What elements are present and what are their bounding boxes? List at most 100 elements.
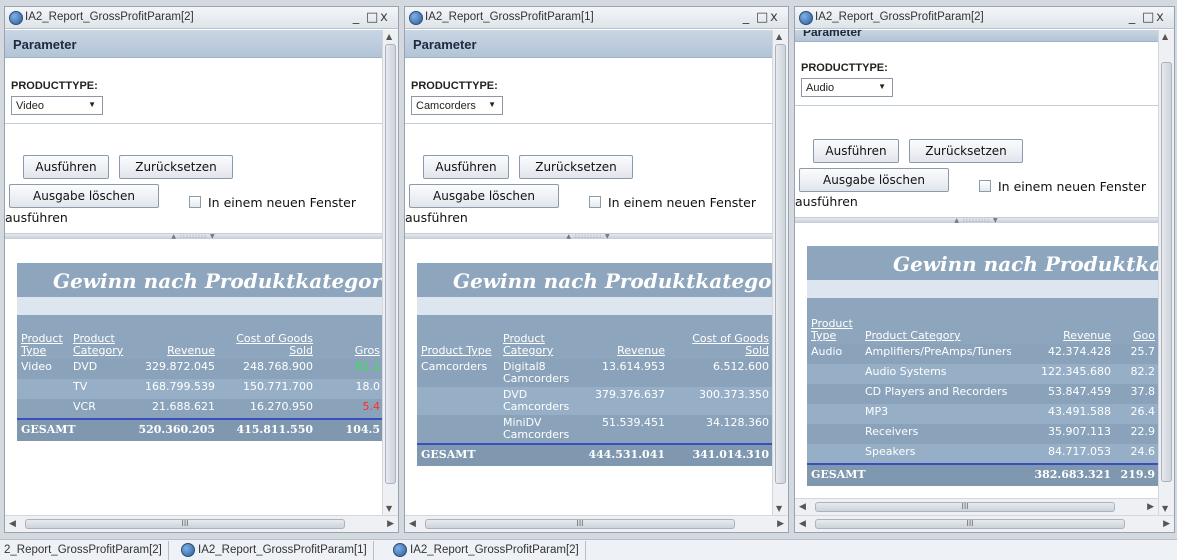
close-button[interactable]: x bbox=[380, 10, 394, 25]
horizontal-scrollbar[interactable]: ◀ III ▶ bbox=[795, 515, 1174, 532]
vertical-scrollbar[interactable]: ▲ ▼ bbox=[772, 30, 788, 515]
col-product-category[interactable]: Product Category bbox=[499, 315, 579, 359]
window-content: Parameter PRODUCTTYPE: Audio ▼ Ausführen … bbox=[795, 30, 1158, 515]
total-label: GESAMT bbox=[417, 443, 579, 466]
table-header-row: Product Type Product Category Revenue Co… bbox=[417, 315, 772, 359]
maximize-button[interactable]: □ bbox=[366, 10, 380, 25]
new-window-option[interactable]: In einem neuen Fenster bbox=[189, 195, 356, 210]
reset-button[interactable]: Zurücksetzen bbox=[519, 155, 633, 179]
scroll-left-icon[interactable]: ◀ bbox=[409, 519, 416, 529]
title-bar[interactable]: IA2_Report_GrossProfitParam[1] _□x bbox=[405, 7, 788, 29]
col-cost[interactable]: Cost of Goods Sold bbox=[219, 315, 317, 359]
col-product-category[interactable]: Product Category bbox=[69, 315, 127, 359]
scroll-thumb[interactable] bbox=[385, 44, 396, 484]
col-product-category[interactable]: Product Category bbox=[861, 298, 1011, 344]
scroll-thumb[interactable]: III bbox=[815, 519, 1125, 529]
window-title: IA2_Report_GrossProfitParam[2] bbox=[25, 11, 194, 23]
title-bar[interactable]: IA2_Report_GrossProfitParam[2] _□x bbox=[795, 7, 1174, 29]
cell-type bbox=[807, 424, 861, 444]
select-value: Camcorders bbox=[416, 100, 476, 112]
title-bar[interactable]: IA2_Report_GrossProfitParam[2] _□x bbox=[5, 7, 398, 29]
scroll-up-icon[interactable]: ▲ bbox=[386, 32, 392, 41]
col-product-type[interactable]: Product Type bbox=[17, 315, 69, 359]
scroll-left-icon[interactable]: ◀ bbox=[9, 519, 16, 529]
scroll-right-icon[interactable]: ▶ bbox=[1163, 519, 1170, 529]
app-icon bbox=[393, 543, 407, 557]
minimize-button[interactable]: _ bbox=[1128, 10, 1142, 25]
splitter-handle[interactable]: ▲ ::::::::: ▼ bbox=[5, 233, 382, 240]
new-window-option[interactable]: In einem neuen Fenster bbox=[589, 195, 756, 210]
app-icon bbox=[9, 11, 23, 25]
horizontal-scrollbar[interactable]: ◀ III ▶ bbox=[405, 515, 788, 532]
new-window-checkbox[interactable] bbox=[979, 180, 991, 192]
producttype-select[interactable]: Camcorders ▼ bbox=[411, 96, 503, 115]
maximize-button[interactable]: □ bbox=[756, 10, 770, 25]
divider bbox=[405, 123, 772, 124]
col-revenue[interactable]: Revenue bbox=[127, 315, 219, 359]
run-button[interactable]: Ausführen bbox=[813, 139, 899, 163]
report-window-2[interactable]: IA2_Report_GrossProfitParam[1] _□x Param… bbox=[404, 6, 789, 533]
col-revenue[interactable]: Revenue bbox=[1011, 298, 1115, 344]
clear-output-button[interactable]: Ausgabe löschen bbox=[9, 184, 159, 208]
scroll-thumb[interactable]: III bbox=[815, 502, 1115, 512]
splitter-handle[interactable]: ▲ ::::::::: ▼ bbox=[795, 217, 1158, 224]
minimize-button[interactable]: _ bbox=[352, 10, 366, 25]
scroll-left-icon[interactable]: ◀ bbox=[799, 519, 806, 529]
new-window-option[interactable]: In einem neuen Fenster bbox=[979, 179, 1146, 194]
producttype-select[interactable]: Audio ▼ bbox=[801, 78, 893, 97]
cell-revenue: 168.799.539 bbox=[127, 379, 219, 399]
cell-revenue: 21.688.621 bbox=[127, 399, 219, 419]
scroll-up-icon[interactable]: ▲ bbox=[1162, 32, 1168, 41]
scroll-right-icon[interactable]: ▶ bbox=[1147, 502, 1154, 512]
producttype-select[interactable]: Video ▼ bbox=[11, 96, 103, 115]
reset-button[interactable]: Zurücksetzen bbox=[909, 139, 1023, 163]
report-table: Product Type Product Category Revenue Co… bbox=[17, 315, 382, 441]
divider bbox=[5, 123, 382, 124]
col-gross[interactable]: Gros bbox=[317, 315, 382, 359]
taskbar-item-2[interactable]: IA2_Report_GrossProfitParam[1] bbox=[176, 541, 374, 560]
col-revenue[interactable]: Revenue bbox=[579, 315, 669, 359]
new-window-checkbox[interactable] bbox=[189, 196, 201, 208]
vertical-scrollbar[interactable]: ▲ ▼ bbox=[1158, 30, 1174, 515]
scroll-thumb[interactable]: III bbox=[425, 519, 735, 529]
horizontal-scrollbar[interactable]: ◀ III ▶ bbox=[5, 515, 398, 532]
checkbox-label: In einem neuen Fenster bbox=[608, 195, 756, 210]
col-gross[interactable]: Goo bbox=[1115, 298, 1158, 344]
scroll-thumb[interactable]: III bbox=[25, 519, 345, 529]
total-revenue: 520.360.205 bbox=[127, 418, 219, 441]
report-window-3[interactable]: IA2_Report_GrossProfitParam[2] _□x Param… bbox=[794, 6, 1175, 533]
taskbar-item-3[interactable]: IA2_Report_GrossProfitParam[2] bbox=[388, 541, 586, 560]
reset-button[interactable]: Zurücksetzen bbox=[119, 155, 233, 179]
report-table: Product Type Product Category Revenue Go… bbox=[807, 298, 1158, 486]
scroll-down-icon[interactable]: ▼ bbox=[776, 504, 782, 513]
new-window-checkbox[interactable] bbox=[589, 196, 601, 208]
close-button[interactable]: x bbox=[770, 10, 784, 25]
taskbar-item-1[interactable]: 2_Report_GrossProfitParam[2] bbox=[0, 541, 169, 560]
run-button[interactable]: Ausführen bbox=[23, 155, 109, 179]
clear-output-button[interactable]: Ausgabe löschen bbox=[799, 168, 949, 192]
col-product-type[interactable]: Product Type bbox=[417, 315, 499, 359]
scroll-up-icon[interactable]: ▲ bbox=[776, 32, 782, 41]
scroll-down-icon[interactable]: ▼ bbox=[386, 504, 392, 513]
report-horizontal-scrollbar[interactable]: ◀ III ▶ bbox=[795, 498, 1158, 515]
scroll-thumb[interactable] bbox=[1161, 62, 1172, 482]
col-product-type[interactable]: Product Type bbox=[807, 298, 861, 344]
report-window-1[interactable]: IA2_Report_GrossProfitParam[2] _□x Param… bbox=[4, 6, 399, 533]
maximize-button[interactable]: □ bbox=[1142, 10, 1156, 25]
run-button[interactable]: Ausführen bbox=[423, 155, 509, 179]
close-button[interactable]: x bbox=[1156, 10, 1170, 25]
splitter-handle[interactable]: ▲ ::::::::: ▼ bbox=[405, 233, 772, 240]
scroll-left-icon[interactable]: ◀ bbox=[799, 502, 806, 512]
desktop: IA2_Report_GrossProfitParam[2] _□x Param… bbox=[0, 0, 1177, 560]
col-cost[interactable]: Cost of Goods Sold bbox=[669, 315, 772, 359]
scroll-thumb[interactable] bbox=[775, 44, 786, 484]
total-cost: 415.811.550 bbox=[219, 418, 317, 441]
vertical-scrollbar[interactable]: ▲ ▼ bbox=[382, 30, 398, 515]
scroll-right-icon[interactable]: ▶ bbox=[387, 519, 394, 529]
report-title: Gewinn nach Produktkategor bbox=[417, 263, 772, 297]
clear-output-button[interactable]: Ausgabe löschen bbox=[409, 184, 559, 208]
scroll-down-icon[interactable]: ▼ bbox=[1162, 504, 1168, 513]
scroll-right-icon[interactable]: ▶ bbox=[777, 519, 784, 529]
table-row: CD Players and Recorders 53.847.459 37.8 bbox=[807, 384, 1158, 404]
minimize-button[interactable]: _ bbox=[742, 10, 756, 25]
